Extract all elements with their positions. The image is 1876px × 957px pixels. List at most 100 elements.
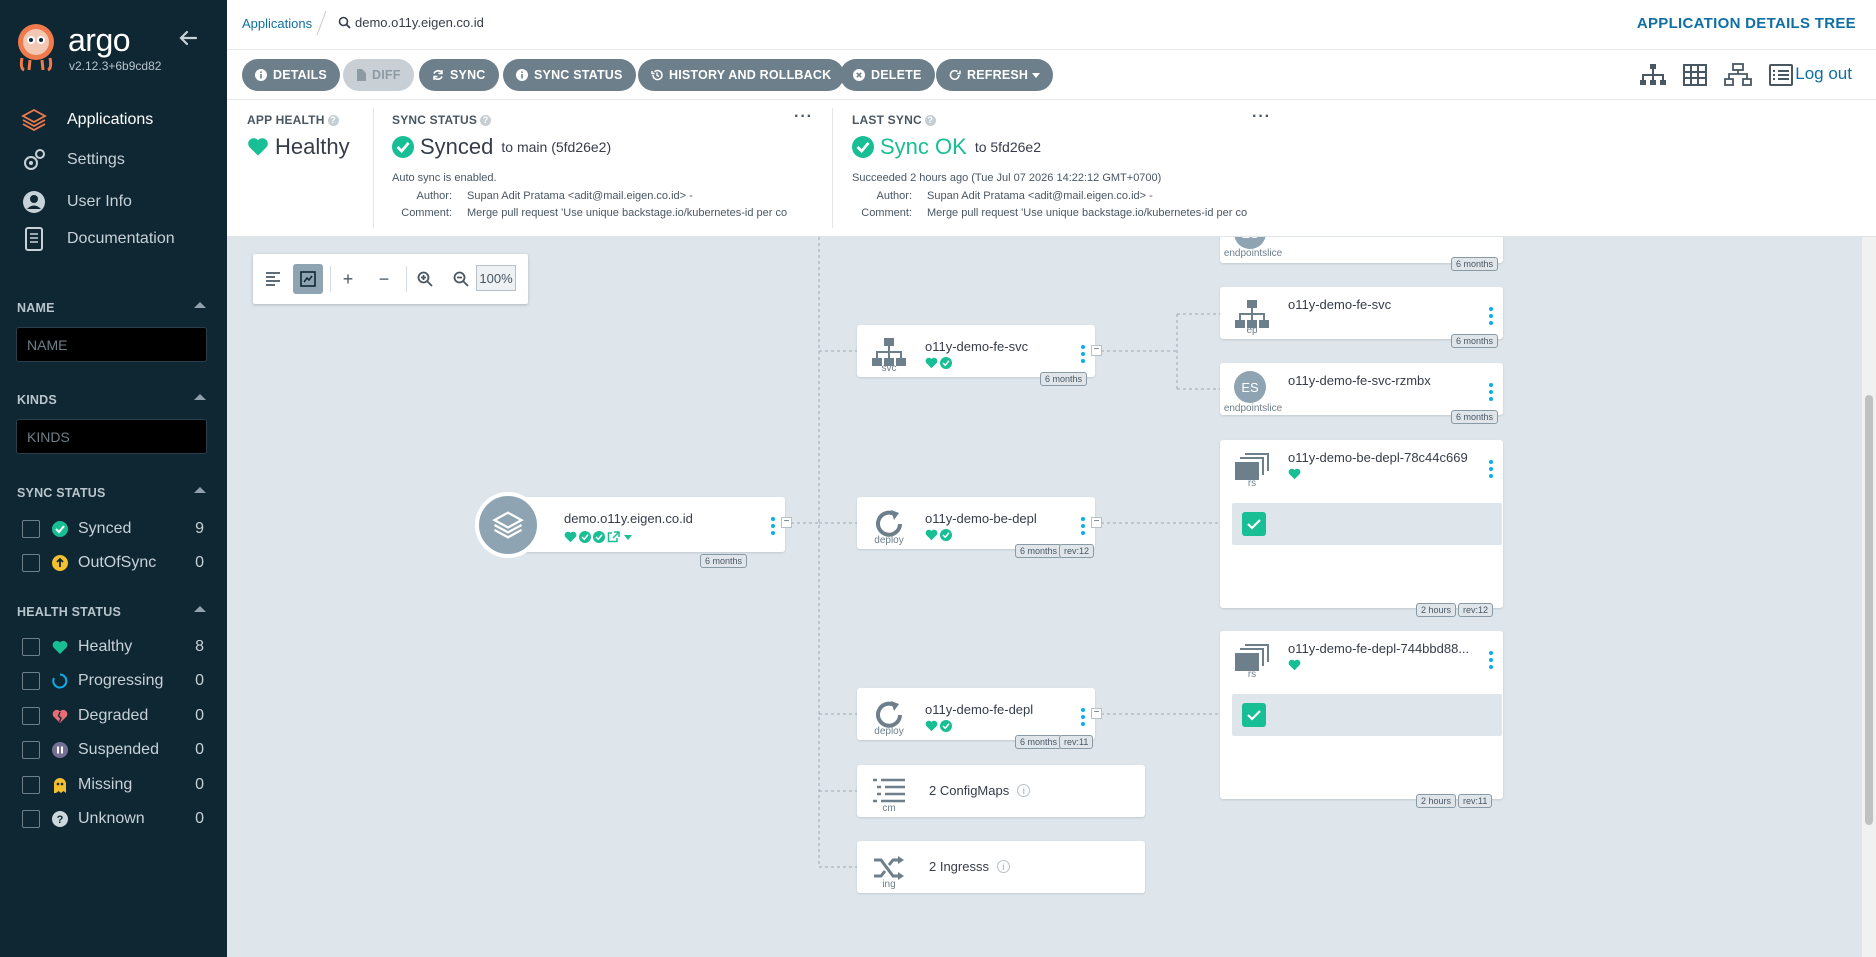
sync-status-more-icon[interactable]: ··· <box>794 108 813 126</box>
filter-unknown[interactable]: ? Unknown 0 <box>22 807 204 831</box>
node-name: demo.o11y.eigen.co.id <box>564 511 693 526</box>
collapse-node-icon[interactable]: − <box>781 517 792 528</box>
sync-text: Synced <box>420 134 494 159</box>
endpointslice-node[interactable]: ES endpointslice o11y-demo-fe-svc-rzmbx … <box>1220 363 1503 424</box>
collapse-kinds-filter-icon[interactable] <box>194 394 206 400</box>
filter-suspended[interactable]: Suspended 0 <box>22 738 204 762</box>
tree-view-icon[interactable] <box>1639 63 1667 87</box>
last-sync-more-icon[interactable]: ··· <box>1252 108 1271 126</box>
filter-synced[interactable]: Synced 9 <box>22 517 204 541</box>
zoom-out-icon[interactable] <box>446 264 476 294</box>
more-icon[interactable] <box>1081 345 1085 363</box>
fe-deploy-node[interactable]: deploy o11y-demo-fe-depl 6 months rev:11 <box>857 688 1095 749</box>
group-label: 2 Ingresss i <box>929 859 1010 874</box>
filter-healthy[interactable]: Healthy 8 <box>22 635 204 659</box>
delete-button[interactable]: DELETE <box>840 59 935 91</box>
node-kind: deploy <box>874 726 904 737</box>
filter-outofsync[interactable]: OutOfSync 0 <box>22 551 204 575</box>
breadcrumb-applications[interactable]: Applications <box>242 16 312 31</box>
help-icon[interactable]: ? <box>924 114 936 126</box>
revision-tag: rev:12 <box>1458 603 1494 617</box>
configmaps-group-node[interactable]: cm 2 ConfigMaps i <box>857 765 1145 817</box>
node-kind: rs <box>1247 478 1257 489</box>
zoom-level[interactable]: 100% <box>476 265 516 291</box>
sync-button[interactable]: SYNC <box>419 59 499 91</box>
align-left-icon[interactable] <box>258 264 288 294</box>
fit-screen-icon[interactable] <box>293 264 323 294</box>
node-kind: rs <box>1247 669 1257 680</box>
filter-count: 0 <box>195 672 204 689</box>
app-root-node[interactable]: demo.o11y.eigen.co.id 6 months <box>475 492 785 568</box>
checkbox[interactable] <box>22 741 40 759</box>
heart-icon <box>1288 659 1301 671</box>
more-icon[interactable] <box>1489 307 1493 325</box>
nav-user-info[interactable]: User Info <box>20 187 132 217</box>
collapse-sync-filter-icon[interactable] <box>194 487 206 493</box>
list-view-icon[interactable] <box>1767 63 1795 87</box>
more-icon[interactable] <box>1489 651 1493 669</box>
fe-replicaset-node[interactable]: rs o11y-demo-fe-depl-744bbd88... 2 hours… <box>1220 631 1503 808</box>
resource-tree-graph[interactable]: + − 100% demo.o11y.eigen.co.id 6 months … <box>227 237 1876 957</box>
more-icon[interactable] <box>1081 708 1085 726</box>
caret-down-icon[interactable] <box>624 535 632 540</box>
checkbox[interactable] <box>22 520 40 538</box>
nav-settings[interactable]: Settings <box>20 145 125 175</box>
diff-button[interactable]: DIFF <box>343 59 414 91</box>
endpointslice-icon: ES <box>1234 371 1266 403</box>
collapse-name-filter-icon[interactable] <box>194 302 206 308</box>
expand-plus-icon[interactable]: + <box>333 264 363 294</box>
group-name: 2 Ingresss <box>929 859 989 874</box>
filter-missing[interactable]: Missing 0 <box>22 773 204 797</box>
filter-degraded[interactable]: Degraded 0 <box>22 704 204 728</box>
last-sync-when: Succeeded 2 hours ago (Tue Jul 07 2026 1… <box>852 172 1162 184</box>
fe-svc-node[interactable]: svc o11y-demo-fe-svc 6 months <box>857 325 1095 386</box>
help-icon[interactable]: ? <box>480 114 492 126</box>
refresh-button[interactable]: REFRESH <box>936 59 1054 91</box>
node-name: o11y-demo-be-depl <box>925 511 1037 526</box>
pod-healthy[interactable] <box>1242 512 1266 536</box>
checkbox[interactable] <box>22 554 40 572</box>
ingress-group-node[interactable]: ing 2 Ingresss i <box>857 841 1145 893</box>
checkbox[interactable] <box>22 776 40 794</box>
logout-link[interactable]: Log out <box>1795 64 1852 84</box>
pods-grid-view-icon[interactable] <box>1681 63 1709 87</box>
sync-status-button[interactable]: SYNC STATUS <box>503 59 636 91</box>
last-sync-target: to 5fd26e2 <box>974 139 1041 155</box>
check-circle-icon <box>392 136 414 158</box>
be-deploy-node[interactable]: deploy o11y-demo-be-depl 6 months rev:12 <box>857 497 1095 558</box>
network-view-icon[interactable] <box>1724 63 1752 87</box>
endpoints-node[interactable]: ep o11y-demo-fe-svc 6 months <box>1220 287 1503 348</box>
more-icon[interactable] <box>1489 460 1493 478</box>
details-button[interactable]: DETAILS <box>242 59 340 91</box>
collapse-node-icon[interactable]: − <box>1091 517 1102 528</box>
more-icon[interactable] <box>771 517 775 535</box>
filter-count: 0 <box>195 741 204 758</box>
node-kind: ep <box>1246 325 1258 336</box>
info-icon[interactable]: i <box>996 860 1010 873</box>
collapse-health-filter-icon[interactable] <box>194 606 206 612</box>
more-icon[interactable] <box>1489 383 1493 401</box>
name-filter-input[interactable] <box>16 327 207 362</box>
argo-logo-icon[interactable] <box>14 22 58 72</box>
collapse-sidebar-icon[interactable] <box>176 26 200 50</box>
zoom-in-icon[interactable] <box>410 264 440 294</box>
more-icon[interactable] <box>1081 517 1085 535</box>
history-rollback-button[interactable]: HISTORY AND ROLLBACK <box>638 59 845 91</box>
nav-documentation[interactable]: Documentation <box>20 224 175 254</box>
pod-healthy[interactable] <box>1242 703 1266 727</box>
checkbox[interactable] <box>22 707 40 725</box>
help-icon[interactable]: ? <box>327 114 339 126</box>
external-link-icon[interactable] <box>607 531 620 543</box>
collapse-minus-icon[interactable]: − <box>369 264 399 294</box>
filter-progressing[interactable]: Progressing 0 <box>22 669 204 693</box>
nav-applications[interactable]: Applications <box>20 105 153 135</box>
kinds-filter-input[interactable] <box>16 419 207 454</box>
checkbox[interactable] <box>22 810 40 828</box>
checkbox[interactable] <box>22 638 40 656</box>
collapse-node-icon[interactable]: − <box>1091 345 1102 356</box>
be-replicaset-node[interactable]: rs o11y-demo-be-depl-78c44c669 2 hours r… <box>1220 440 1503 617</box>
scrollbar-thumb[interactable] <box>1865 395 1873 825</box>
info-icon[interactable]: i <box>1017 784 1031 797</box>
collapse-node-icon[interactable]: − <box>1091 708 1102 719</box>
checkbox[interactable] <box>22 672 40 690</box>
